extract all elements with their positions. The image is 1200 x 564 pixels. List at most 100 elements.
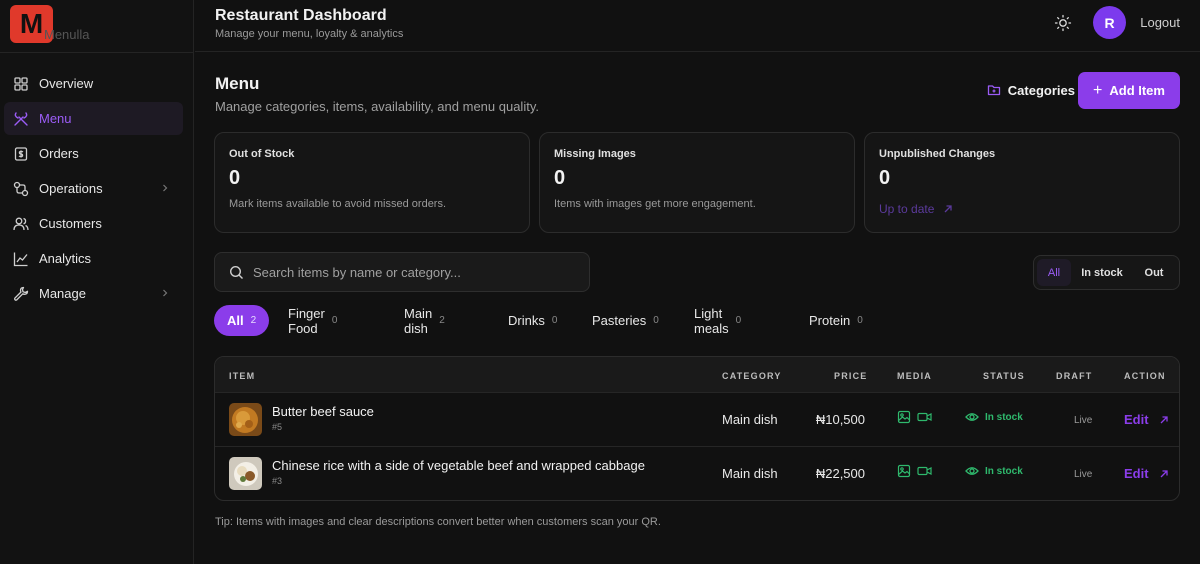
item-category: Main dish	[722, 412, 778, 427]
stat-label: Unpublished Changes	[879, 148, 996, 160]
item-media	[897, 410, 938, 424]
theme-toggle-sun-icon[interactable]	[1054, 14, 1072, 32]
chip-count: 0	[857, 315, 863, 326]
categories-label: Categories	[1007, 82, 1075, 98]
image-icon	[897, 464, 911, 478]
filter-in-stock[interactable]: In stock	[1071, 259, 1133, 286]
item-id: #3	[272, 476, 283, 486]
receipt-icon	[13, 146, 29, 162]
app-name: Menulla	[44, 27, 90, 42]
chip-pasteries[interactable]: Pasteries 0	[592, 305, 659, 336]
chevron-right-icon	[163, 184, 168, 192]
sidebar-item-label: Orders	[39, 146, 79, 161]
sidebar-nav: Overview Menu Orders Operations Customer…	[0, 53, 193, 310]
plus-icon: +	[1093, 81, 1103, 99]
chip-label: Pasteries	[592, 313, 647, 328]
top-header: Restaurant Dashboard Manage your menu, l…	[195, 0, 1200, 52]
video-icon	[917, 410, 932, 424]
edit-label: Edit	[1124, 466, 1149, 481]
table-row: Butter beef sauce #5 Main dish ₦10,500 I…	[215, 393, 1179, 447]
add-item-label: Add Item	[1109, 83, 1165, 98]
eye-icon	[965, 467, 979, 475]
item-price: ₦10,500	[815, 412, 865, 427]
sidebar-item-operations[interactable]: Operations	[4, 172, 183, 205]
sidebar-item-orders[interactable]: Orders	[4, 137, 183, 170]
logout-button[interactable]: Logout	[1140, 15, 1180, 30]
filter-all[interactable]: All	[1037, 259, 1071, 286]
logo-area: M Menulla	[0, 0, 193, 53]
logo-letter: M	[19, 8, 44, 39]
item-name: Chinese rice with a side of vegetable be…	[272, 458, 645, 473]
page-subtitle: Manage categories, items, availability, …	[215, 99, 539, 114]
sidebar-item-label: Analytics	[39, 251, 92, 266]
sidebar-item-label: Overview	[39, 76, 94, 91]
arrow-up-right-icon	[1160, 415, 1168, 423]
sidebar-item-label: Customers	[39, 216, 102, 231]
search-box[interactable]	[214, 252, 590, 292]
add-item-button[interactable]: + Add Item	[1078, 72, 1180, 109]
sidebar-item-label: Operations	[39, 181, 103, 196]
workflow-icon	[13, 181, 29, 197]
header-subtitle: Manage your menu, loyalty & analytics	[215, 28, 404, 40]
item-thumbnail	[229, 403, 262, 436]
status-text: In stock	[985, 411, 1023, 423]
chip-count: 2	[439, 315, 445, 326]
item-media	[897, 464, 938, 478]
image-icon	[897, 410, 911, 424]
stat-value: 0	[554, 167, 566, 189]
edit-label: Edit	[1124, 412, 1149, 427]
column-header-item: ITEM	[229, 371, 256, 381]
chip-count: 2	[250, 315, 257, 326]
sidebar-item-customers[interactable]: Customers	[4, 207, 183, 240]
filter-out[interactable]: Out	[1133, 259, 1175, 286]
chip-label: Finger Food	[288, 305, 325, 336]
sidebar-item-menu[interactable]: Menu	[4, 102, 183, 135]
stat-card-missing-images: Missing Images 0 Items with images get m…	[539, 132, 855, 233]
stat-value: 0	[229, 167, 241, 189]
edit-item-link[interactable]: Edit	[1124, 466, 1169, 481]
chip-count: 0	[653, 315, 659, 326]
user-avatar[interactable]: R	[1093, 6, 1126, 39]
column-header-status: STATUS	[983, 371, 1025, 381]
folder-icon	[987, 85, 1000, 96]
status-badge: In stock	[965, 410, 1023, 424]
grid-icon	[13, 76, 29, 92]
sidebar-item-overview[interactable]: Overview	[4, 67, 183, 100]
chip-label: Main dish	[404, 305, 433, 336]
sidebar-item-label: Manage	[39, 286, 86, 301]
chip-light-meals[interactable]: Light meals 0	[694, 305, 741, 336]
column-header-category: CATEGORY	[722, 371, 782, 381]
chip-all[interactable]: All 2	[214, 305, 270, 336]
eye-icon	[965, 413, 979, 421]
sidebar-item-analytics[interactable]: Analytics	[4, 242, 183, 275]
video-icon	[917, 464, 932, 478]
wrench-icon	[13, 286, 29, 302]
edit-item-link[interactable]: Edit	[1124, 412, 1169, 427]
chip-count: 0	[735, 315, 742, 326]
chip-count: 0	[551, 315, 558, 326]
line-chart-icon	[13, 251, 29, 267]
item-name: Butter beef sauce	[272, 404, 374, 419]
chip-label: Protein	[809, 313, 851, 328]
search-icon	[229, 265, 243, 279]
utensils-icon	[13, 111, 29, 127]
sidebar-item-manage[interactable]: Manage	[4, 277, 183, 310]
search-input[interactable]	[253, 264, 573, 280]
item-price: ₦22,500	[815, 466, 865, 481]
table-row: Chinese rice with a side of vegetable be…	[215, 447, 1179, 500]
chip-label: All	[227, 313, 244, 328]
item-category: Main dish	[722, 466, 778, 481]
menu-items-table: ITEM CATEGORY PRICE MEDIA STATUS DRAFT A…	[214, 356, 1180, 501]
chip-finger-food[interactable]: Finger Food 0	[288, 305, 337, 336]
chip-drinks[interactable]: Drinks 0	[508, 305, 557, 336]
page-title: Menu	[215, 74, 260, 93]
column-header-action: ACTION	[1124, 371, 1166, 381]
chip-main-dish[interactable]: Main dish 2	[404, 305, 445, 336]
users-icon	[13, 216, 29, 232]
main-content: Menu Manage categories, items, availabil…	[195, 53, 1200, 564]
chip-protein[interactable]: Protein 0	[809, 305, 863, 336]
categories-button[interactable]: Categories	[987, 79, 1075, 101]
item-id: #5	[272, 422, 283, 432]
stat-cards: Out of Stock 0 Mark items available to a…	[214, 132, 1180, 233]
up-to-date-link[interactable]: Up to date	[879, 202, 953, 216]
